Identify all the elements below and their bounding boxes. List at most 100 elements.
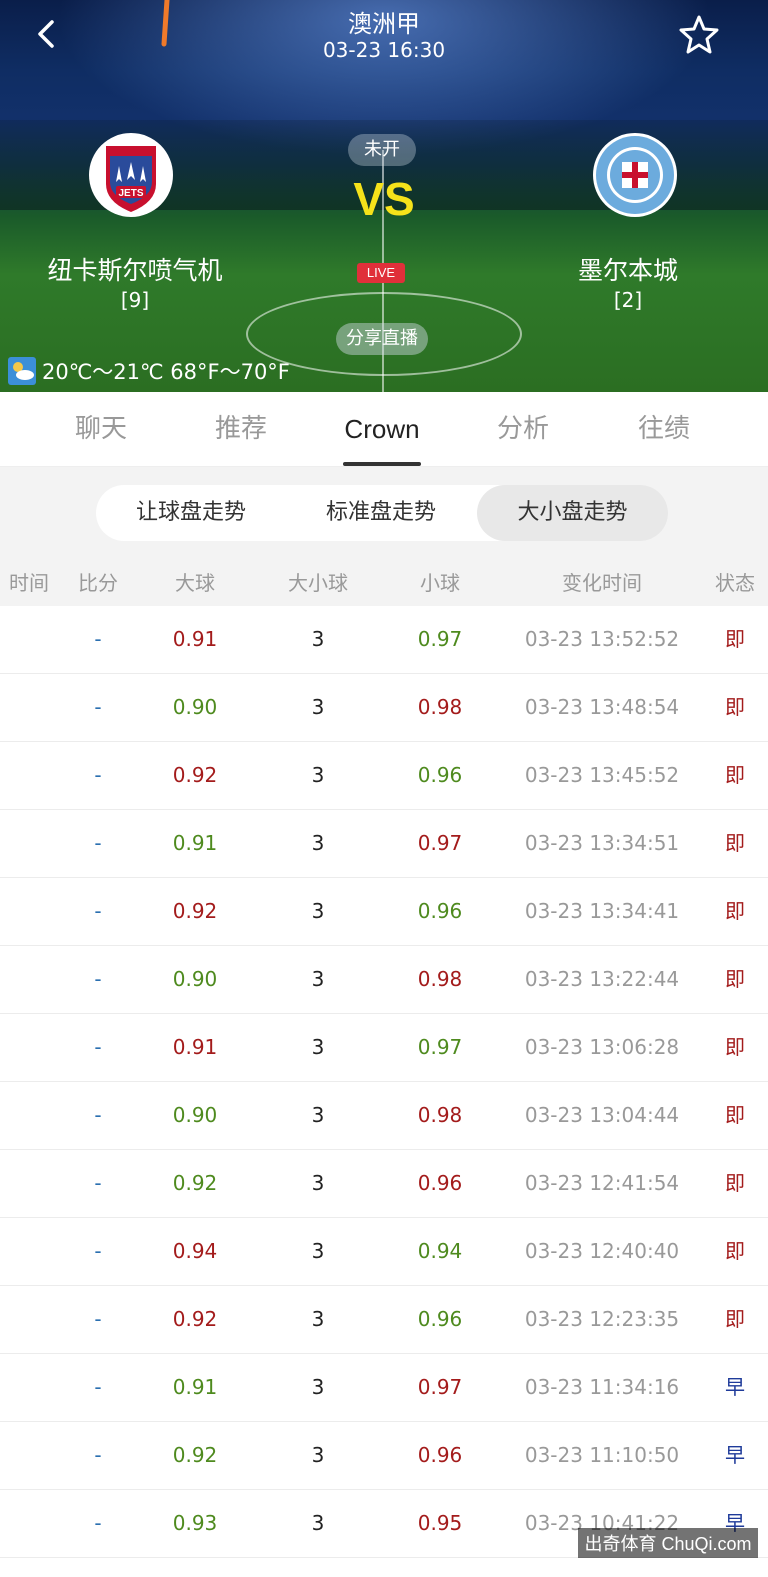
cell-line: 3 bbox=[311, 967, 325, 991]
cell-line: 3 bbox=[311, 1035, 325, 1059]
cell-under: 0.97 bbox=[417, 1035, 463, 1059]
live-button[interactable]: LIVE bbox=[357, 263, 405, 283]
cell-time bbox=[0, 1014, 58, 1081]
cell-line: 3 bbox=[311, 831, 325, 855]
match-header: 澳洲甲 03-23 16:30 JETS 纽卡斯尔喷气机 [9] 墨尔本城 [2… bbox=[0, 0, 768, 392]
cell-under: 0.96 bbox=[417, 763, 463, 787]
star-outline-icon[interactable] bbox=[678, 14, 720, 56]
home-team-name: 纽卡斯尔喷气机 bbox=[47, 256, 223, 285]
share-live-button[interactable]: 分享直播 bbox=[336, 323, 428, 355]
sub-tab-over-under[interactable]: 大小盘走势 bbox=[477, 485, 668, 541]
cell-score: - bbox=[94, 1035, 102, 1059]
cell-line: 3 bbox=[311, 1375, 325, 1399]
cell-change-time: 03-23 13:48:54 bbox=[524, 695, 680, 719]
sub-tab-standard[interactable]: 标准盘走势 bbox=[286, 485, 476, 541]
odds-table-body: - 0.91 3 0.97 03-23 13:52:52 即 - 0.90 3 0.98 03-23… bbox=[0, 606, 768, 1558]
table-row: - 0.91 3 0.97 03-23 13:52:52 即 bbox=[0, 606, 768, 674]
cell-under: 0.98 bbox=[417, 967, 463, 991]
cell-line: 3 bbox=[311, 1307, 325, 1331]
cell-under: 0.96 bbox=[417, 1443, 463, 1467]
col-change-time: 变化时间 bbox=[562, 571, 642, 595]
cell-change-time: 03-23 12:23:35 bbox=[524, 1307, 680, 1331]
cell-line: 3 bbox=[311, 1511, 325, 1535]
cell-status: 即 bbox=[725, 695, 745, 719]
cell-time bbox=[0, 1490, 58, 1557]
table-row: - 0.90 3 0.98 03-23 13:04:44 即 bbox=[0, 1082, 768, 1150]
table-row: - 0.92 3 0.96 03-23 13:45:52 即 bbox=[0, 742, 768, 810]
away-team-name: 墨尔本城 bbox=[577, 256, 678, 285]
cell-status: 即 bbox=[725, 1171, 745, 1195]
cell-over: 0.92 bbox=[172, 1443, 218, 1467]
tab-history[interactable]: 往绩 bbox=[623, 392, 705, 466]
cell-change-time: 03-23 13:52:52 bbox=[524, 627, 680, 651]
cell-score: - bbox=[94, 1443, 102, 1467]
cell-time bbox=[0, 606, 58, 673]
cell-line: 3 bbox=[311, 1239, 325, 1263]
cell-time bbox=[0, 878, 58, 945]
cell-score: - bbox=[94, 763, 102, 787]
table-row: - 0.91 3 0.97 03-23 13:06:28 即 bbox=[0, 1014, 768, 1082]
cell-under: 0.95 bbox=[417, 1511, 463, 1535]
cell-status: 即 bbox=[725, 763, 745, 787]
cell-score: - bbox=[94, 1307, 102, 1331]
cell-status: 即 bbox=[725, 899, 745, 923]
cell-time bbox=[0, 1422, 58, 1489]
cell-status: 即 bbox=[725, 1035, 745, 1059]
cell-change-time: 03-23 13:34:51 bbox=[524, 831, 680, 855]
col-over: 大球 bbox=[175, 571, 215, 595]
cell-over: 0.90 bbox=[172, 1103, 218, 1127]
cell-time bbox=[0, 742, 58, 809]
cell-over: 0.90 bbox=[172, 967, 218, 991]
cell-under: 0.96 bbox=[417, 1171, 463, 1195]
cell-under: 0.96 bbox=[417, 899, 463, 923]
col-time: 时间 bbox=[9, 571, 49, 595]
cell-under: 0.97 bbox=[417, 627, 463, 651]
col-line: 大小球 bbox=[288, 571, 348, 595]
cell-change-time: 03-23 13:06:28 bbox=[524, 1035, 680, 1059]
cell-under: 0.98 bbox=[417, 695, 463, 719]
cell-status: 即 bbox=[725, 627, 745, 651]
tab-analysis[interactable]: 分析 bbox=[482, 392, 564, 466]
cell-under: 0.98 bbox=[417, 1103, 463, 1127]
cell-status: 即 bbox=[725, 831, 745, 855]
tab-crown[interactable]: Crown bbox=[330, 392, 434, 466]
col-score: 比分 bbox=[78, 571, 118, 595]
away-team-rank: [2] bbox=[613, 288, 643, 312]
cell-time bbox=[0, 810, 58, 877]
cell-line: 3 bbox=[311, 1171, 325, 1195]
cell-score: - bbox=[94, 695, 102, 719]
sub-tab-handicap[interactable]: 让球盘走势 bbox=[96, 485, 286, 541]
col-status: 状态 bbox=[715, 571, 755, 595]
league-name: 澳洲甲 bbox=[348, 10, 420, 38]
cell-over: 0.92 bbox=[172, 1171, 218, 1195]
cell-score: - bbox=[94, 1103, 102, 1127]
table-row: - 0.91 3 0.97 03-23 13:34:51 即 bbox=[0, 810, 768, 878]
cell-score: - bbox=[94, 831, 102, 855]
table-row: - 0.90 3 0.98 03-23 13:48:54 即 bbox=[0, 674, 768, 742]
cell-status: 早 bbox=[725, 1443, 745, 1467]
col-under: 小球 bbox=[420, 571, 460, 595]
tab-chat[interactable]: 聊天 bbox=[60, 392, 142, 466]
table-row: - 0.94 3 0.94 03-23 12:40:40 即 bbox=[0, 1218, 768, 1286]
cell-line: 3 bbox=[311, 695, 325, 719]
cell-time bbox=[0, 1150, 58, 1217]
cell-score: - bbox=[94, 899, 102, 923]
match-status-badge: 未开 bbox=[348, 134, 416, 166]
cell-line: 3 bbox=[311, 627, 325, 651]
table-row: - 0.92 3 0.96 03-23 12:41:54 即 bbox=[0, 1150, 768, 1218]
cell-over: 0.91 bbox=[172, 831, 218, 855]
match-datetime: 03-23 16:30 bbox=[322, 38, 446, 62]
cell-score: - bbox=[94, 1171, 102, 1195]
cell-time bbox=[0, 674, 58, 741]
cell-score: - bbox=[94, 967, 102, 991]
main-tabs: 聊天 推荐 Crown 分析 往绩 bbox=[0, 392, 768, 467]
tab-recommend[interactable]: 推荐 bbox=[200, 392, 282, 466]
active-tab-indicator bbox=[343, 462, 421, 466]
cell-score: - bbox=[94, 1375, 102, 1399]
table-header: 时间 比分 大球 大小球 小球 变化时间 状态 bbox=[0, 560, 768, 606]
table-row: - 0.92 3 0.96 03-23 13:34:41 即 bbox=[0, 878, 768, 946]
cell-time bbox=[0, 1082, 58, 1149]
weather-icon bbox=[8, 357, 36, 385]
cell-change-time: 03-23 13:45:52 bbox=[524, 763, 680, 787]
cell-time bbox=[0, 1354, 58, 1421]
